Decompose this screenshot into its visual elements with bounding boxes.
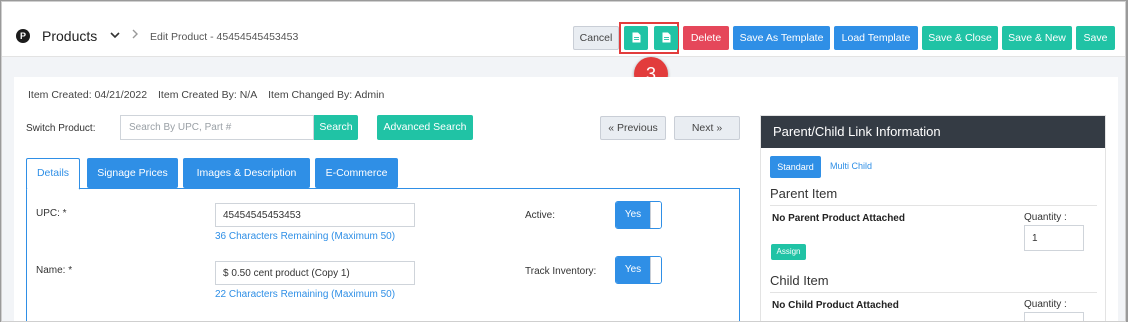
switch-product-label: Switch Product:	[26, 123, 96, 134]
chevron-right-icon	[130, 28, 140, 43]
document-icon	[662, 32, 670, 43]
advanced-search-button[interactable]: Advanced Search	[377, 115, 473, 140]
track-inventory-toggle[interactable]: Yes	[615, 256, 662, 284]
tab-details[interactable]: Details	[26, 158, 80, 190]
top-bar: P Products Edit Product - 45454545453453…	[2, 2, 1125, 57]
p-logo-icon: P	[16, 29, 30, 43]
name-hint: 22 Characters Remaining (Maximum 50)	[215, 289, 396, 300]
document-button-1[interactable]	[624, 26, 648, 50]
product-search-input[interactable]	[120, 115, 314, 140]
standard-button[interactable]: Standard	[770, 156, 821, 178]
toggle-knob	[650, 202, 661, 228]
tab-e-commerce[interactable]: E-Commerce	[315, 158, 398, 188]
save-close-button[interactable]: Save & Close	[922, 26, 998, 50]
chevron-down-icon[interactable]	[109, 29, 121, 44]
toggle-knob	[650, 257, 661, 283]
details-panel: UPC: * 36 Characters Remaining (Maximum …	[26, 188, 740, 321]
child-item-title: Child Item	[770, 273, 829, 288]
child-quantity-label: Quantity :	[1024, 299, 1067, 310]
name-label: Name: *	[36, 265, 73, 276]
divider	[770, 205, 1097, 206]
active-toggle[interactable]: Yes	[615, 201, 662, 229]
upc-hint: 36 Characters Remaining (Maximum 50)	[215, 231, 396, 242]
save-new-button[interactable]: Save & New	[1002, 26, 1072, 50]
track-inventory-label: Track Inventory:	[525, 266, 597, 277]
parent-quantity-label: Quantity :	[1024, 212, 1067, 223]
main-content: Item Created: 04/21/2022 Item Created By…	[14, 77, 1118, 321]
no-parent-text: No Parent Product Attached	[772, 213, 905, 224]
upc-input[interactable]	[215, 203, 415, 227]
no-child-text: No Child Product Attached	[772, 300, 899, 311]
next-button[interactable]: Next »	[674, 116, 740, 140]
parent-item-title: Parent Item	[770, 186, 838, 201]
cancel-button[interactable]: Cancel	[573, 26, 619, 50]
changed-by: Item Changed By: Admin	[268, 89, 385, 101]
active-toggle-value: Yes	[616, 202, 650, 228]
multi-child-link[interactable]: Multi Child	[830, 161, 872, 171]
created-date: Item Created: 04/21/2022	[28, 89, 148, 101]
delete-button[interactable]: Delete	[683, 26, 729, 50]
parent-quantity-input[interactable]	[1024, 225, 1084, 251]
child-quantity-input[interactable]	[1024, 312, 1084, 321]
page-title: Products	[42, 28, 98, 44]
created-by: Item Created By: N/A	[158, 89, 258, 101]
upc-label: UPC: *	[36, 208, 67, 219]
save-as-template-button[interactable]: Save As Template	[733, 26, 830, 50]
document-icon	[632, 32, 640, 43]
panel-title: Parent/Child Link Information	[761, 116, 1105, 148]
app-window: P Products Edit Product - 45454545453453…	[1, 1, 1126, 322]
previous-button[interactable]: « Previous	[600, 116, 666, 140]
breadcrumb: Edit Product - 45454545453453	[150, 31, 299, 43]
parent-child-link-panel: Parent/Child Link Information Standard M…	[760, 115, 1106, 321]
track-inventory-toggle-value: Yes	[616, 257, 650, 283]
assign-button[interactable]: Assign	[771, 244, 806, 260]
item-meta: Item Created: 04/21/2022 Item Created By…	[28, 89, 392, 101]
active-label: Active:	[525, 210, 556, 221]
search-button[interactable]: Search	[314, 115, 358, 140]
tab-signage-prices[interactable]: Signage Prices	[87, 158, 178, 188]
load-template-button[interactable]: Load Template	[834, 26, 918, 50]
divider	[770, 292, 1097, 293]
tab-images-description[interactable]: Images & Description	[183, 158, 310, 188]
name-input[interactable]	[215, 261, 415, 285]
document-button-2[interactable]	[654, 26, 678, 50]
save-button[interactable]: Save	[1076, 26, 1115, 50]
